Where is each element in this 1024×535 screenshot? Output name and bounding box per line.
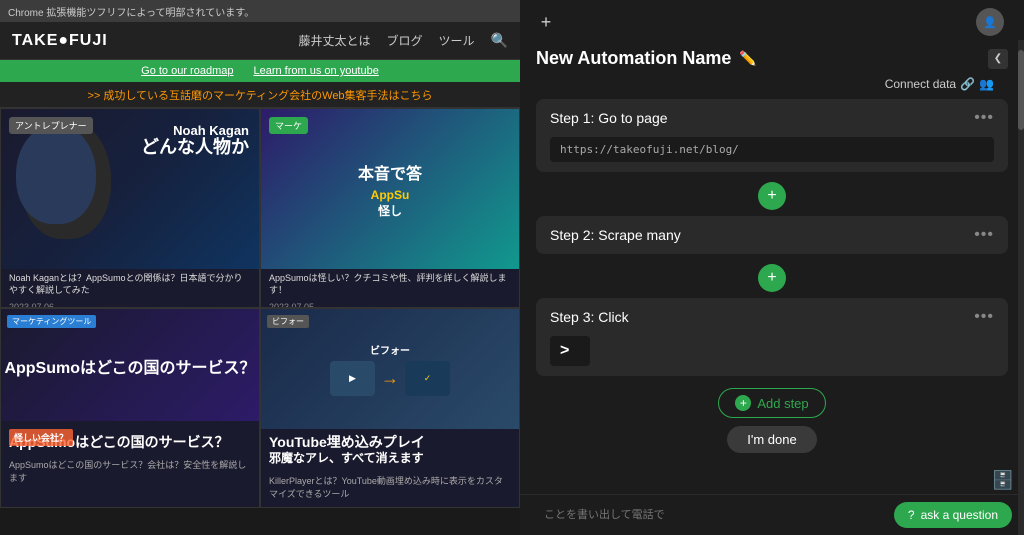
orange-banner: >> 成功している互話磨のマーケティング会社のWeb集客手法はこちら [0, 82, 520, 108]
database-icon[interactable]: 🗄️ [992, 470, 1014, 491]
step-card-2: Step 2: Scrape many ••• [536, 216, 1008, 254]
roadmap-link[interactable]: Go to our roadmap [141, 65, 233, 77]
nav-links: 藤井丈太とは ブログ ツール 🔍 [299, 32, 508, 49]
chrome-bar: Chrome 拡張機能ツフリフによって明部されています。 [0, 0, 520, 22]
step-3-value: > [550, 336, 590, 366]
people-icon: 👥 [979, 77, 994, 91]
connect-data-label: Connect data [885, 77, 956, 91]
add-step-icon: + [735, 395, 751, 411]
step-1-content: https://takeofuji.net/blog/ [536, 137, 1008, 172]
add-step-label: Add step [757, 396, 808, 411]
add-between-2-3-button[interactable]: + [758, 264, 786, 292]
nav-link-tools[interactable]: ツール [439, 32, 475, 49]
step-3-content: > [536, 336, 1008, 376]
card-noah-date: 2023.07.06 [1, 300, 259, 308]
youtube-link[interactable]: Learn from us on youtube [253, 65, 378, 77]
card-noah-title: Noah Kaganとは？AppSumoとの関係は？日本語で分かりやすく解説して… [1, 269, 259, 300]
connect-data-button[interactable]: Connect data 🔗 👥 [885, 77, 994, 91]
site-logo: TAKE●FUJI [12, 32, 108, 50]
step-2-title: Step 2: Scrape many [550, 227, 681, 243]
add-between-1-2-button[interactable]: + [758, 182, 786, 210]
step-1-title: Step 1: Go to page [550, 110, 668, 126]
orange-banner-text: >> 成功している互話磨のマーケティング会社のWeb集客手法はこちら [87, 87, 432, 103]
step-card-1: Step 1: Go to page ••• https://takeofuji… [536, 99, 1008, 172]
card-badge-2: マーケ [269, 117, 308, 134]
panel-content: Step 1: Go to page ••• https://takeofuji… [520, 99, 1024, 494]
question-overlay: 怪しい会社？ [9, 429, 73, 446]
panel-title-area: New Automation Name ✏️ [536, 48, 757, 69]
content-grid-bottom: マーケティングツール 怪しい会社？ AppSumoはどこの国のサービス？ App… [0, 308, 520, 508]
green-banner: Go to our roadmap Learn from us on youtu… [0, 60, 520, 82]
nav-link-blog[interactable]: ブログ [387, 32, 423, 49]
step-3-header: Step 3: Click ••• [536, 298, 1008, 336]
add-step-button[interactable]: + Add step [718, 388, 825, 418]
appsumo-big-text: AppSumoはどこの国のサービス？ [4, 360, 255, 378]
card-badge-1: アントレプレナー [9, 117, 93, 134]
search-icon[interactable]: 🔍 [491, 32, 508, 49]
step-3-menu-button[interactable]: ••• [974, 308, 994, 326]
nav-link-about[interactable]: 藤井丈太とは [299, 32, 371, 49]
edit-icon[interactable]: ✏️ [739, 50, 756, 67]
arrow-icon: → [381, 368, 399, 389]
card-frightening-subtitle: AppSumoはどこの国のサービス？会社は？安全性を解説します [1, 456, 259, 486]
question-icon: ? [908, 508, 915, 522]
scroll-bar[interactable] [1018, 40, 1024, 535]
card-appsumo[interactable]: マーケ 本音で答 AppSu 怪し AppSumoは怪しい？クチコミや性、評判を… [260, 108, 520, 308]
card-video-title: YouTube埋め込みプレイ 邪魔なアレ、すべて消えます [261, 429, 519, 472]
step-2-header: Step 2: Scrape many ••• [536, 216, 1008, 254]
chrome-bar-text: Chrome 拡張機能ツフリフによって明部されています。 [8, 4, 254, 19]
noah-text: Noah Kagan どんな人物か [141, 124, 249, 158]
panel-title: New Automation Name [536, 48, 731, 69]
step-1-header: Step 1: Go to page ••• [536, 99, 1008, 137]
card-video-subtitle: KillerPlayerとは？YouTube動画埋め込み時に表示をカスタマイズで… [261, 472, 519, 502]
card-appsumo-date: 2023.07.05 [261, 300, 519, 308]
card-frightening-img: マーケティングツール 怪しい会社？ AppSumoはどこの国のサービス？ [1, 309, 259, 429]
card-noah-img: アントレプレナー Noah Kagan どんな人物か [1, 109, 259, 269]
website-preview: Chrome 拡張機能ツフリフによって明部されています。 TAKE●FUJI 藤… [0, 0, 520, 535]
card-badge-4: ビフォー [267, 315, 309, 328]
connect-data-icon: 🔗 [960, 77, 975, 91]
panel-header: New Automation Name ✏️ ❮ [520, 36, 1024, 77]
card-appsumo-img: マーケ 本音で答 AppSu 怪し [261, 109, 519, 269]
automation-panel: + 👤 New Automation Name ✏️ ❮ Connect dat… [520, 0, 1024, 535]
card-badge-3: マーケティングツール [7, 315, 96, 328]
panel-collapse-button[interactable]: ❮ [988, 49, 1008, 69]
add-tab-button[interactable]: + [536, 12, 556, 32]
ask-label: ask a question [921, 508, 998, 522]
card-video-img: ビフォー ビフォー ▶ → ✓ [261, 309, 519, 429]
card-frightening[interactable]: マーケティングツール 怪しい会社？ AppSumoはどこの国のサービス？ App… [0, 308, 260, 508]
ask-question-button[interactable]: ? ask a question [894, 502, 1012, 528]
step-card-3: Step 3: Click ••• > [536, 298, 1008, 376]
site-nav: TAKE●FUJI 藤井丈太とは ブログ ツール 🔍 [0, 22, 520, 60]
step-1-menu-button[interactable]: ••• [974, 109, 994, 127]
card-appsumo-title: AppSumoは怪しい？クチコミや性、評判を詳しく解説します！ [261, 269, 519, 300]
step-3-title: Step 3: Click [550, 309, 629, 325]
card-video[interactable]: ビフォー ビフォー ▶ → ✓ YouTube埋め込みプレイ 邪魔なアレ、すべて… [260, 308, 520, 508]
scroll-thumb [1018, 50, 1024, 130]
content-grid-top: アントレプレナー Noah Kagan どんな人物か Noah Kaganとは？… [0, 108, 520, 308]
step-1-url: https://takeofuji.net/blog/ [550, 137, 994, 162]
avatar[interactable]: 👤 [976, 8, 1004, 36]
card-noah[interactable]: アントレプレナー Noah Kagan どんな人物か Noah Kaganとは？… [0, 108, 260, 308]
done-button[interactable]: I'm done [727, 426, 816, 453]
chat-input[interactable] [532, 501, 894, 529]
step-2-menu-button[interactable]: ••• [974, 226, 994, 244]
